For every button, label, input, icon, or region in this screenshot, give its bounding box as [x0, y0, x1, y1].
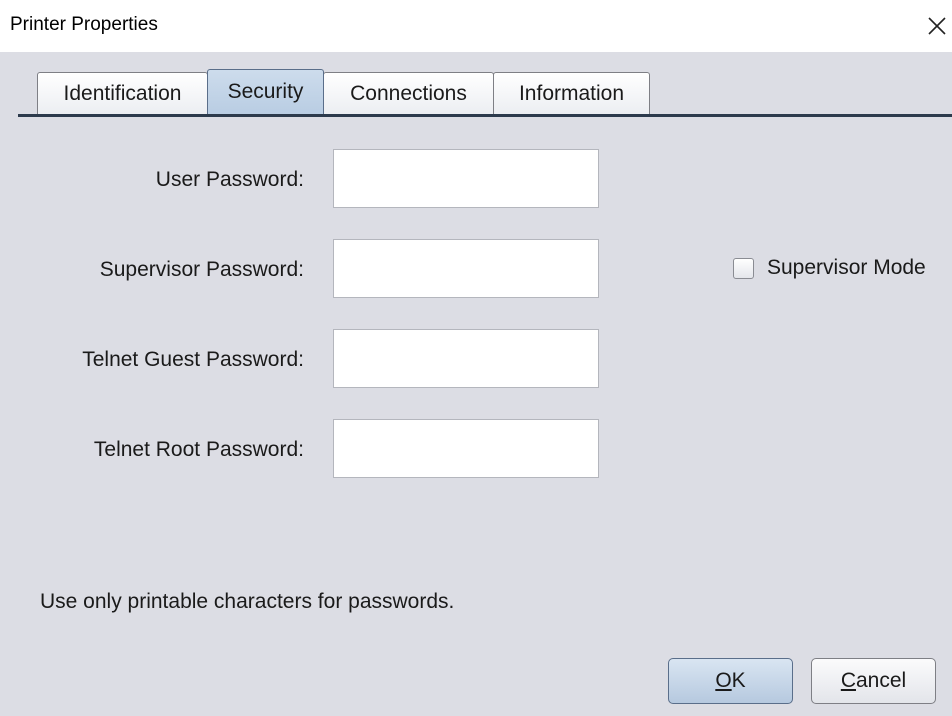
- checkbox-box[interactable]: [733, 257, 754, 279]
- tab-divider: [18, 114, 952, 117]
- supervisor-password-label: Supervisor Password:: [99, 258, 304, 281]
- cancel-mnemonic: C: [840, 669, 856, 692]
- tab-information-label: Information: [518, 81, 625, 105]
- password-hint: Use only printable characters for passwo…: [40, 590, 455, 613]
- ok-mnemonic: O: [715, 669, 732, 692]
- supervisor-mode-checkbox[interactable]: Supervisor Mode: [733, 256, 926, 280]
- tab-information[interactable]: Information: [493, 72, 650, 114]
- dialog-content: Identification Security Connections Info…: [0, 52, 952, 716]
- tab-connections-label: Connections: [350, 81, 467, 105]
- tab-connections[interactable]: Connections: [323, 72, 494, 114]
- tab-identification[interactable]: Identification: [37, 72, 208, 114]
- window-title: Printer Properties: [10, 14, 158, 35]
- supervisor-mode-label: Supervisor Mode: [767, 256, 926, 279]
- cancel-label-rest: ancel: [855, 669, 907, 692]
- user-password-label: User Password:: [155, 168, 304, 191]
- close-button[interactable]: [922, 8, 952, 44]
- ok-label-rest: K: [731, 669, 746, 692]
- printer-properties-dialog: Printer Properties Identification Securi…: [0, 0, 952, 716]
- cancel-button[interactable]: Cancel: [811, 658, 936, 704]
- user-password-field[interactable]: [333, 149, 599, 208]
- tab-strip: Identification Security Connections Info…: [37, 68, 650, 114]
- telnet-root-password-label: Telnet Root Password:: [93, 438, 304, 461]
- tab-security[interactable]: Security: [207, 69, 324, 114]
- tab-identification-label: Identification: [63, 81, 182, 105]
- supervisor-password-field[interactable]: [333, 239, 599, 298]
- title-bar: Printer Properties: [0, 0, 952, 52]
- telnet-guest-password-field[interactable]: [333, 329, 599, 388]
- tab-security-label: Security: [227, 80, 304, 103]
- close-icon: [928, 17, 946, 35]
- ok-button[interactable]: OK: [668, 658, 793, 704]
- telnet-guest-password-label: Telnet Guest Password:: [82, 348, 304, 371]
- telnet-root-password-field[interactable]: [333, 419, 599, 478]
